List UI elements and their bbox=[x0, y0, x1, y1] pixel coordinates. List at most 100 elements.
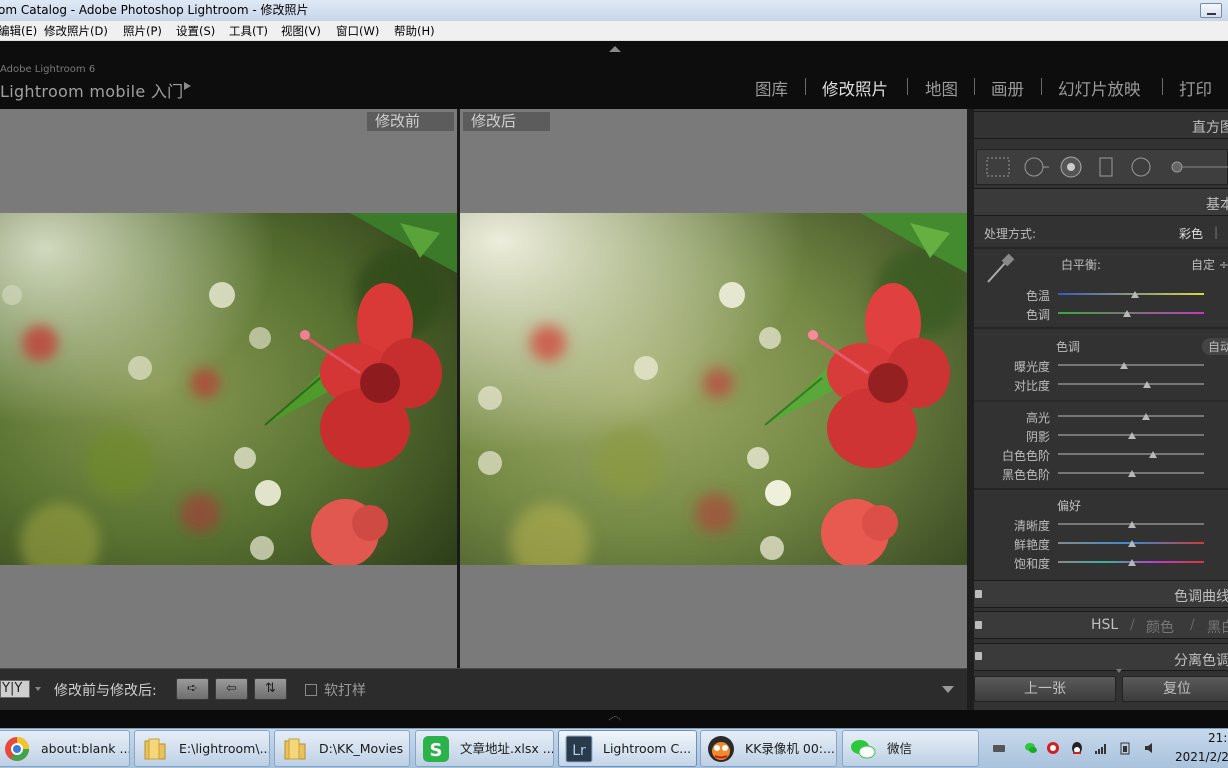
split-toning-title: 分离色调 bbox=[1174, 653, 1228, 669]
histogram-header[interactable]: 直方图 bbox=[974, 111, 1228, 139]
task-kk-recorder[interactable]: KK录像机 00:... bbox=[700, 730, 837, 767]
module-slideshow[interactable]: 幻灯片放映 bbox=[1058, 76, 1141, 100]
task-browser[interactable]: about:blank ... bbox=[0, 730, 130, 767]
task-spreadsheet[interactable]: S 文章地址.xlsx ... bbox=[415, 730, 554, 767]
module-develop[interactable]: 修改照片 bbox=[822, 76, 888, 100]
shadows-slider-thumb[interactable] bbox=[1128, 432, 1137, 439]
collapse-top-panel-icon[interactable] bbox=[609, 46, 621, 52]
task-label: E:\lightroom\... bbox=[179, 741, 270, 756]
qq-tray-icon[interactable] bbox=[1070, 741, 1084, 755]
module-print[interactable]: 打印 bbox=[1179, 76, 1212, 100]
filmstrip-toggle-icon[interactable] bbox=[608, 716, 622, 721]
menu-window[interactable]: 窗口(W) bbox=[336, 21, 379, 41]
hsl-tab[interactable]: HSL bbox=[1091, 617, 1118, 633]
eyedropper-icon[interactable] bbox=[982, 252, 1018, 288]
highlights-slider-thumb[interactable] bbox=[1141, 413, 1150, 420]
menu-edit[interactable]: 编辑(E) bbox=[0, 21, 37, 41]
adjustment-brush-icon[interactable] bbox=[1171, 161, 1183, 173]
saturation-slider-thumb[interactable] bbox=[1128, 559, 1137, 566]
section-separator bbox=[974, 247, 1228, 249]
previous-button[interactable]: 上一张 bbox=[974, 676, 1116, 702]
toolbar-options-icon[interactable] bbox=[942, 686, 954, 693]
contrast-label: 对比度 bbox=[1013, 379, 1050, 393]
treatment-color-option[interactable]: 彩色 bbox=[1179, 225, 1203, 242]
temp-label: 色温 bbox=[1025, 289, 1050, 303]
menu-develop[interactable]: 修改照片(D) bbox=[44, 21, 108, 41]
network-icon[interactable] bbox=[1094, 741, 1108, 755]
task-wechat[interactable]: 微信 bbox=[842, 730, 979, 767]
module-separator bbox=[1162, 78, 1163, 95]
clarity-slider-thumb[interactable] bbox=[1128, 521, 1137, 528]
tint-slider-thumb[interactable] bbox=[1122, 310, 1131, 317]
whites-slider[interactable] bbox=[1058, 453, 1204, 455]
task-label: 文章地址.xlsx ... bbox=[460, 741, 554, 756]
menu-help[interactable]: 帮助(H) bbox=[394, 21, 435, 41]
clock-time[interactable]: 21: bbox=[1208, 731, 1227, 745]
clock-date[interactable]: 2021/2/2 bbox=[1175, 750, 1228, 764]
saturation-label: 饱和度 bbox=[1013, 557, 1050, 571]
panel-toggle-icon[interactable] bbox=[975, 621, 982, 629]
histogram-title: 直方图 bbox=[1192, 120, 1228, 136]
radial-filter-icon[interactable] bbox=[1131, 157, 1151, 177]
volume-icon[interactable] bbox=[1143, 741, 1157, 755]
tone-auto-button[interactable]: 自动 bbox=[1202, 338, 1228, 355]
before-photo[interactable] bbox=[0, 213, 457, 565]
graduated-filter-icon[interactable] bbox=[1099, 157, 1113, 177]
contrast-slider-thumb[interactable] bbox=[1143, 381, 1152, 388]
module-library[interactable]: 图库 bbox=[755, 76, 788, 100]
blacks-slider-thumb[interactable] bbox=[1128, 470, 1137, 477]
task-lightroom[interactable]: Lr Lightroom C... bbox=[558, 730, 697, 767]
battery-icon[interactable] bbox=[1118, 741, 1132, 755]
copy-before-to-after-button[interactable]: ➪ bbox=[176, 678, 209, 700]
contrast-slider[interactable] bbox=[1058, 383, 1204, 385]
task-label: 微信 bbox=[887, 741, 913, 756]
after-photo[interactable] bbox=[460, 213, 967, 565]
wb-label: 白平衡: bbox=[1061, 258, 1102, 272]
crop-overlay-icon[interactable] bbox=[986, 157, 1010, 177]
lightroom-icon: Lr bbox=[565, 735, 593, 763]
panel-toggle-icon[interactable] bbox=[975, 590, 982, 598]
module-map[interactable]: 地图 bbox=[925, 76, 958, 100]
menu-tools[interactable]: 工具(T) bbox=[229, 21, 268, 41]
task-label: about:blank ... bbox=[41, 741, 130, 756]
view-mode-dropdown-icon[interactable] bbox=[35, 687, 41, 691]
highlights-slider[interactable] bbox=[1058, 415, 1204, 417]
spot-removal-icon[interactable] bbox=[1024, 157, 1044, 177]
panel-toggle-icon[interactable] bbox=[975, 652, 982, 660]
tone-curve-header[interactable]: 色调曲线 bbox=[974, 580, 1228, 608]
compare-label: 修改前与修改后: bbox=[54, 683, 157, 699]
keyboard-icon[interactable] bbox=[992, 741, 1006, 755]
mobile-start-link[interactable]: Lightroom mobile 入门 bbox=[0, 78, 183, 102]
swap-before-after-button[interactable]: ⇅ bbox=[254, 678, 287, 700]
exposure-slider[interactable] bbox=[1058, 364, 1204, 366]
tint-slider[interactable] bbox=[1058, 312, 1204, 314]
recorder-tray-icon[interactable] bbox=[1046, 741, 1060, 755]
vibrance-slider-thumb[interactable] bbox=[1128, 540, 1137, 547]
brand-version: Adobe Lightroom 6 bbox=[0, 64, 96, 75]
bw-tab[interactable]: 黑白 bbox=[1207, 617, 1228, 637]
task-folder-movies[interactable]: D:\KK_Movies bbox=[274, 730, 410, 767]
exposure-slider-thumb[interactable] bbox=[1119, 362, 1128, 369]
basic-title: 基本 bbox=[1206, 197, 1228, 213]
hsl-header[interactable]: HSL / 颜色 / 黑白 bbox=[974, 611, 1228, 639]
minimize-button[interactable] bbox=[1200, 3, 1222, 18]
menu-view[interactable]: 视图(V) bbox=[281, 21, 321, 41]
play-arrow-icon[interactable] bbox=[184, 82, 191, 90]
view-mode-button[interactable]: Y|Y bbox=[0, 680, 30, 698]
menu-photo[interactable]: 照片(P) bbox=[123, 21, 162, 41]
wechat-tray-icon[interactable] bbox=[1024, 741, 1038, 755]
soft-proof-checkbox[interactable] bbox=[305, 684, 317, 696]
split-toning-header[interactable]: 分离色调 bbox=[974, 643, 1228, 671]
basic-header[interactable]: 基本 bbox=[974, 188, 1228, 216]
temp-slider-thumb[interactable] bbox=[1131, 291, 1140, 298]
reset-button[interactable]: 复位 bbox=[1122, 676, 1228, 702]
module-book[interactable]: 画册 bbox=[991, 76, 1024, 100]
task-folder-lightroom[interactable]: E:\lightroom\... bbox=[134, 730, 270, 767]
treatment-label: 处理方式: bbox=[984, 227, 1037, 241]
menu-settings[interactable]: 设置(S) bbox=[176, 21, 215, 41]
whites-slider-thumb[interactable] bbox=[1148, 451, 1157, 458]
copy-after-to-before-button[interactable]: ⇦ bbox=[215, 678, 248, 700]
wb-select[interactable]: 自定 ÷ bbox=[1191, 256, 1228, 273]
color-tab[interactable]: 颜色 bbox=[1146, 617, 1174, 637]
panel-scroll-icon[interactable] bbox=[1116, 669, 1122, 673]
